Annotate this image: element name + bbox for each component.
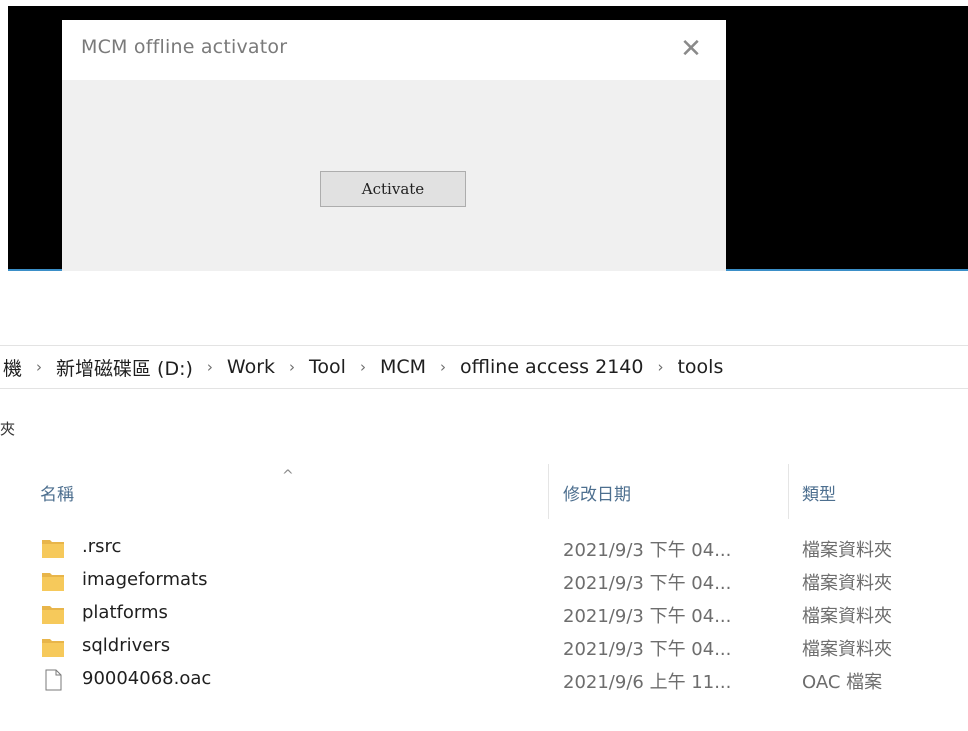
folder-icon xyxy=(42,639,64,657)
file-modified-date: 2021/9/3 下午 04... xyxy=(563,606,732,627)
close-button[interactable]: ✕ xyxy=(668,30,714,68)
column-header-date[interactable]: 修改日期 xyxy=(563,480,631,505)
breadcrumb-item[interactable]: MCM xyxy=(377,356,429,378)
file-modified-date: 2021/9/3 下午 04... xyxy=(563,639,732,660)
folder-toolbar-label: 夾 xyxy=(0,420,16,438)
file-type: OAC 檔案 xyxy=(802,672,883,693)
file-icon xyxy=(45,669,62,691)
file-row[interactable]: 90004068.oac 2021/9/6 上午 11... OAC 檔案 xyxy=(0,663,968,696)
close-icon: ✕ xyxy=(680,34,702,64)
breadcrumb-separator-icon[interactable]: › xyxy=(646,358,674,376)
column-header-type[interactable]: 類型 xyxy=(802,480,836,505)
activate-button[interactable]: Activate xyxy=(320,171,466,207)
breadcrumb-item[interactable]: 機 xyxy=(0,354,25,381)
file-name: imageformats xyxy=(82,569,208,590)
column-divider[interactable] xyxy=(548,464,549,519)
file-name: platforms xyxy=(82,602,168,623)
column-header-name[interactable]: 名稱 xyxy=(40,480,74,505)
breadcrumb-separator-icon[interactable]: › xyxy=(278,358,306,376)
column-divider[interactable] xyxy=(788,464,789,519)
file-row[interactable]: imageformats 2021/9/3 下午 04... 檔案資料夾 xyxy=(0,564,968,597)
breadcrumb-separator-icon[interactable]: › xyxy=(429,358,457,376)
file-name: 90004068.oac xyxy=(82,668,212,689)
folder-icon xyxy=(42,573,64,591)
breadcrumb: 機 › 新增磁碟區 (D:) › Work › Tool › MCM › offline acces… xyxy=(0,345,968,389)
breadcrumb-item[interactable]: 新增磁碟區 (D:) xyxy=(53,354,196,381)
file-name: .rsrc xyxy=(82,536,122,557)
activator-dialog: MCM offline activator ✕ Activate xyxy=(62,20,726,271)
breadcrumb-separator-icon[interactable]: › xyxy=(349,358,377,376)
sort-ascending-icon: ^ xyxy=(282,468,294,484)
breadcrumb-item[interactable]: offline access 2140 xyxy=(457,356,646,378)
dialog-titlebar: MCM offline activator ✕ xyxy=(62,20,726,80)
folder-icon xyxy=(42,540,64,558)
column-header-row: 名稱 ^ 修改日期 類型 xyxy=(0,464,968,519)
breadcrumb-separator-icon[interactable]: › xyxy=(196,358,224,376)
file-row[interactable]: platforms 2021/9/3 下午 04... 檔案資料夾 xyxy=(0,597,968,630)
file-type: 檔案資料夾 xyxy=(802,540,892,561)
breadcrumb-item[interactable]: Work xyxy=(224,356,278,378)
file-list: .rsrc 2021/9/3 下午 04... 檔案資料夾 imageformats 2… xyxy=(0,531,968,696)
breadcrumb-separator-icon[interactable]: › xyxy=(25,358,53,376)
breadcrumb-item[interactable]: tools xyxy=(674,356,726,378)
file-modified-date: 2021/9/3 下午 04... xyxy=(563,540,732,561)
file-type: 檔案資料夾 xyxy=(802,639,892,660)
file-modified-date: 2021/9/3 下午 04... xyxy=(563,573,732,594)
dialog-title: MCM offline activator xyxy=(81,36,288,58)
file-type: 檔案資料夾 xyxy=(802,606,892,627)
file-row[interactable]: sqldrivers 2021/9/3 下午 04... 檔案資料夾 xyxy=(0,630,968,663)
file-row[interactable]: .rsrc 2021/9/3 下午 04... 檔案資料夾 xyxy=(0,531,968,564)
file-name: sqldrivers xyxy=(82,635,171,656)
folder-icon xyxy=(42,606,64,624)
file-type: 檔案資料夾 xyxy=(802,573,892,594)
breadcrumb-item[interactable]: Tool xyxy=(306,356,349,378)
file-modified-date: 2021/9/6 上午 11... xyxy=(563,672,732,693)
